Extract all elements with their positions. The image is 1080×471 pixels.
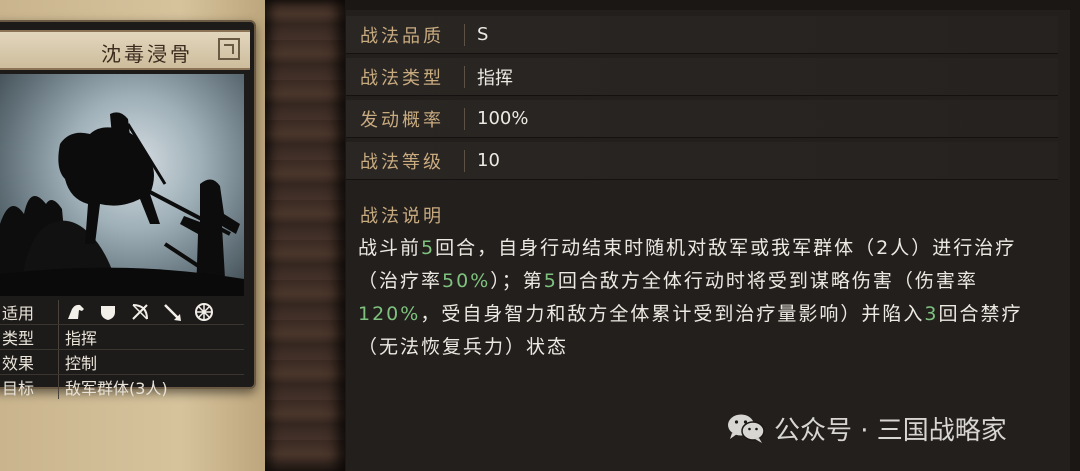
- skill-card: 沈毒浸骨 适用 类型 指挥 效果 控制 目标 敌军群体(3人): [0, 20, 256, 399]
- attr-row-type: 战法类型 指挥: [346, 58, 1058, 96]
- description-segment: ，受自身智力和敌方全体累计受到治疗量影响）并陷入: [420, 303, 925, 325]
- description-text: 战斗前5回合，自身行动结束时随机对敌军或我军群体（2人）进行治疗（治疗率50%）…: [358, 232, 1058, 364]
- attr-divider: [464, 107, 465, 130]
- card-row-label: 效果: [0, 350, 59, 374]
- corner-ornament-icon: [218, 38, 240, 60]
- description-segment: ）；第: [490, 270, 544, 292]
- attr-label: 战法品质: [360, 25, 444, 47]
- description-highlight: 5: [421, 237, 436, 259]
- attr-value: 100%: [477, 108, 529, 129]
- attr-label: 战法类型: [360, 67, 444, 89]
- watermark: 公众号 · 三国战略家: [726, 408, 1007, 448]
- description-segment: 回合敌方全体行动时将受到谋略伤害（伤害率: [557, 270, 978, 292]
- card-title: 沈毒浸骨: [101, 42, 193, 66]
- shield-icon: [97, 302, 119, 322]
- bow-icon: [129, 302, 151, 322]
- attr-value: 10: [477, 150, 500, 171]
- attr-row-level: 战法等级 10: [346, 142, 1058, 180]
- attr-value: S: [477, 24, 489, 45]
- description-title: 战法说明: [360, 206, 444, 227]
- card-row-type: 类型 指挥: [0, 325, 244, 350]
- attr-divider: [464, 23, 465, 46]
- attr-row-quality: 战法品质 S: [346, 16, 1058, 54]
- attr-divider: [464, 65, 465, 88]
- spear-icon: [161, 302, 183, 322]
- card-row-applicable: 适用: [0, 300, 244, 325]
- battle-silhouette-image: [0, 112, 244, 296]
- attr-value: 指挥: [477, 67, 513, 89]
- description-highlight: 120%: [358, 303, 421, 325]
- card-row-value: 指挥: [65, 329, 98, 348]
- attr-row-probability: 发动概率 100%: [346, 100, 1058, 138]
- card-row-label: 适用: [0, 300, 59, 324]
- troop-type-icons: [65, 302, 215, 322]
- card-row-label: 目标: [0, 375, 59, 399]
- attr-label: 战法等级: [360, 151, 444, 173]
- watermark-text: 公众号 · 三国战略家: [774, 415, 1007, 446]
- wheel-icon: [193, 302, 215, 322]
- card-row-label: 类型: [0, 325, 59, 349]
- skill-detail-panel: 战法品质 S 战法类型 指挥 发动概率 100% 战法等级 10 战法说明 战斗…: [346, 10, 1070, 471]
- wechat-icon: [726, 412, 766, 444]
- description-segment: 战斗前: [358, 237, 422, 259]
- wooden-pillar: [265, 0, 345, 471]
- horse-icon: [65, 302, 87, 322]
- description-highlight: 3: [924, 303, 939, 325]
- card-info-table: 适用 类型 指挥 效果 控制 目标 敌军群体(3人): [0, 300, 244, 399]
- card-row-value: 敌军群体(3人): [65, 379, 168, 398]
- attr-label: 发动概率: [360, 109, 444, 131]
- card-row-target: 目标 敌军群体(3人): [0, 375, 244, 399]
- description-highlight: 50%: [442, 270, 491, 292]
- description-highlight: 5: [543, 270, 558, 292]
- attr-divider: [464, 149, 465, 172]
- card-row-effect: 效果 控制: [0, 350, 244, 375]
- card-artwork: [0, 74, 244, 296]
- card-title-bar: 沈毒浸骨: [0, 30, 250, 70]
- card-row-value: 控制: [65, 354, 98, 373]
